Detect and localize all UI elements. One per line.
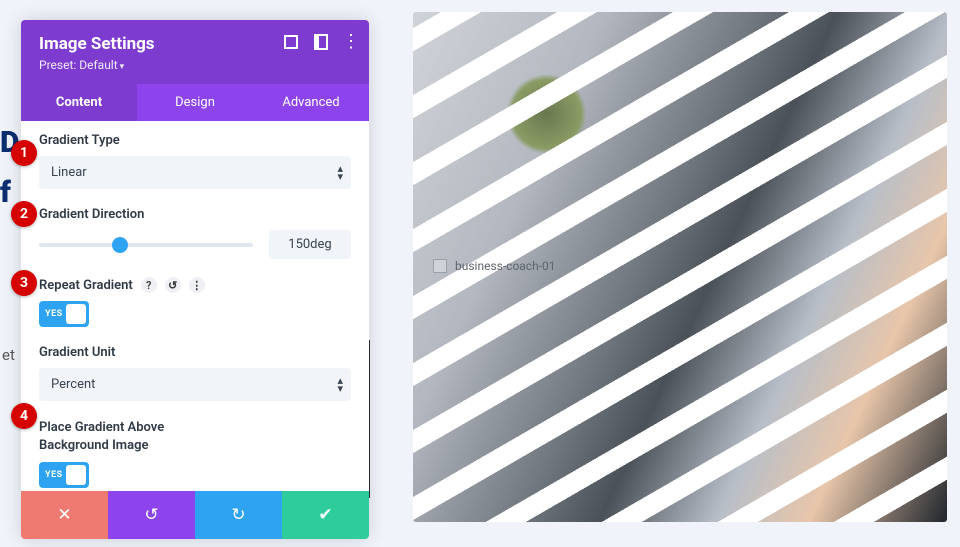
place-above-toggle[interactable]: YES xyxy=(39,462,89,488)
panel-footer: ✕ ↺ ↻ ✔ xyxy=(21,491,369,539)
image-placeholder-handles[interactable]: business-coach-01 xyxy=(433,259,556,273)
settings-tabs: Content Design Advanced xyxy=(21,84,369,121)
toggle-knob xyxy=(66,465,86,485)
preset-label: Preset: Default xyxy=(39,58,118,72)
gradient-unit-select[interactable]: Percent ▴▾ xyxy=(39,368,351,401)
tab-content[interactable]: Content xyxy=(21,84,137,121)
field-repeat-gradient: Repeat Gradient ? ↺ ⋮ YES xyxy=(39,277,351,327)
background-letter: f xyxy=(0,175,11,210)
page-text-fragment: et xyxy=(2,346,15,364)
more-menu-icon[interactable]: ⋮ xyxy=(343,34,359,50)
slider-thumb[interactable] xyxy=(112,237,128,253)
panel-header: Image Settings Preset: Default▾ ⋮ xyxy=(21,20,369,84)
resize-handle-icon[interactable] xyxy=(433,259,447,273)
field-label-line1: Place Gradient Above xyxy=(39,420,164,435)
repeat-gradient-toggle[interactable]: YES xyxy=(39,301,89,327)
callout-badge-1: 1 xyxy=(11,140,37,166)
field-label-line2: Background Image xyxy=(39,438,148,453)
select-value: Percent xyxy=(51,377,95,392)
check-icon: ✔ xyxy=(318,505,332,525)
field-label: Repeat Gradient xyxy=(39,278,133,293)
tab-design[interactable]: Design xyxy=(137,84,253,121)
settings-panel: Image Settings Preset: Default▾ ⋮ Conten… xyxy=(21,20,369,539)
select-value: Linear xyxy=(51,165,87,180)
help-icon[interactable]: ? xyxy=(141,277,157,293)
tab-advanced[interactable]: Advanced xyxy=(253,84,369,121)
field-gradient-type: Gradient Type Linear ▴▾ xyxy=(39,133,351,189)
field-gradient-direction: Gradient Direction 150deg xyxy=(39,207,351,259)
gradient-direction-value[interactable]: 150deg xyxy=(269,230,351,259)
callout-badge-2: 2 xyxy=(11,201,37,227)
select-updown-icon: ▴▾ xyxy=(337,165,343,181)
preset-selector[interactable]: Preset: Default▾ xyxy=(39,58,351,72)
field-label: Gradient Type xyxy=(39,133,351,148)
field-label: Gradient Unit xyxy=(39,345,351,360)
redo-button[interactable]: ↻ xyxy=(195,491,282,539)
select-updown-icon: ▴▾ xyxy=(337,377,343,393)
toggle-state-label: YES xyxy=(45,470,63,480)
field-gradient-unit: Gradient Unit Percent ▴▾ xyxy=(39,345,351,401)
close-icon: ✕ xyxy=(57,505,71,525)
cancel-button[interactable]: ✕ xyxy=(21,491,108,539)
callout-badge-3: 3 xyxy=(11,270,37,296)
reset-icon[interactable]: ↺ xyxy=(165,277,181,293)
more-options-icon[interactable]: ⋮ xyxy=(189,277,205,293)
gradient-direction-slider[interactable] xyxy=(39,243,253,247)
expand-icon[interactable] xyxy=(283,34,299,50)
sidebar-toggle-icon[interactable] xyxy=(313,34,329,50)
field-place-gradient-above: Place Gradient Above Background Image YE… xyxy=(39,419,351,488)
image-placeholder-label: business-coach-01 xyxy=(455,259,556,273)
chevron-down-icon: ▾ xyxy=(120,62,125,72)
toggle-state-label: YES xyxy=(45,309,63,319)
redo-icon: ↻ xyxy=(231,505,245,525)
gradient-type-select[interactable]: Linear ▴▾ xyxy=(39,156,351,189)
field-label: Gradient Direction xyxy=(39,207,351,222)
undo-icon: ↺ xyxy=(144,505,158,525)
callout-badge-4: 4 xyxy=(11,403,37,429)
save-button[interactable]: ✔ xyxy=(282,491,369,539)
settings-body: Gradient Type Linear ▴▾ Gradient Directi… xyxy=(21,121,369,491)
toggle-knob xyxy=(66,304,86,324)
undo-button[interactable]: ↺ xyxy=(108,491,195,539)
canvas-preview: business-coach-01 xyxy=(413,12,947,522)
